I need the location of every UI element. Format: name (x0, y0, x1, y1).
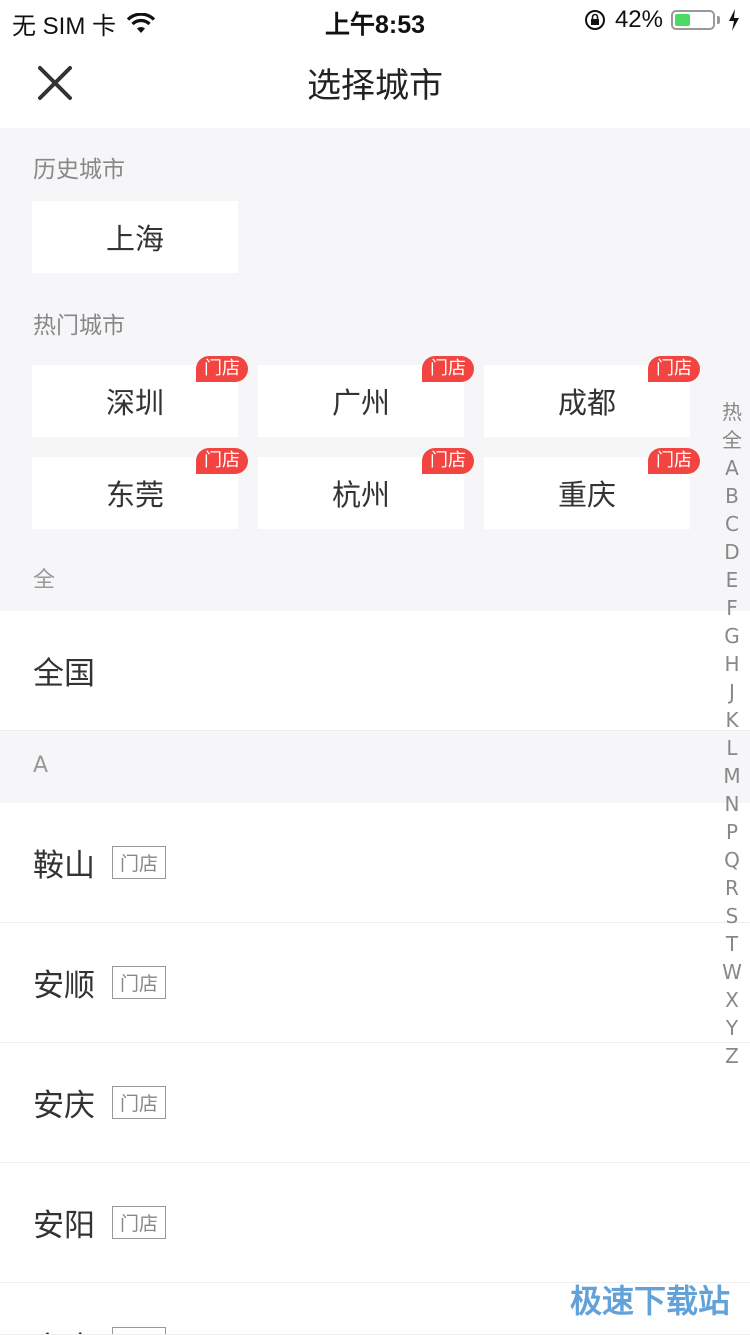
store-badge: 门店 (648, 356, 700, 382)
list-item-city[interactable]: 安顺 门店 (0, 923, 750, 1043)
battery-percent: 42% (614, 6, 663, 33)
battery-icon (671, 10, 715, 30)
index-letter[interactable]: B (725, 482, 739, 510)
list-item-city[interactable]: 安阳 门店 (0, 1163, 750, 1283)
hot-city-chip[interactable]: 深圳 门店 (32, 356, 248, 437)
store-tag: 门店 (112, 1086, 167, 1119)
status-bar: 无 SIM 卡 上午8:53 42% (0, 0, 750, 40)
list-item-city[interactable]: 安庆 门店 (0, 1043, 750, 1163)
hot-city-chip[interactable]: 广州 门店 (258, 356, 474, 437)
group-header: 全 (33, 568, 56, 593)
hot-city-chip[interactable]: 杭州 门店 (258, 448, 474, 529)
index-letter[interactable]: A (725, 454, 739, 482)
index-letter[interactable]: R (725, 874, 739, 902)
index-letter[interactable]: D (724, 538, 739, 566)
index-letter[interactable]: W (722, 958, 742, 986)
index-letter[interactable]: Z (725, 1042, 739, 1070)
list-item-city[interactable]: 全国 (0, 611, 750, 731)
index-letter[interactable]: S (726, 902, 739, 930)
hot-city-chip[interactable]: 东莞 门店 (32, 448, 248, 529)
store-badge: 门店 (196, 356, 248, 382)
charging-bolt-icon (729, 9, 739, 31)
index-letter[interactable]: 全 (722, 426, 742, 454)
index-letter[interactable]: Q (724, 846, 740, 874)
list-item-city[interactable]: 鞍山 门店 (0, 803, 750, 923)
index-letter[interactable]: T (726, 930, 738, 958)
orientation-lock-icon (584, 10, 605, 30)
index-letter[interactable]: Y (726, 1014, 738, 1042)
store-badge: 门店 (422, 356, 474, 382)
hot-city-chip[interactable]: 成都 门店 (484, 356, 700, 437)
index-letter[interactable]: H (724, 650, 739, 678)
page-title: 选择城市 (307, 66, 443, 106)
store-badge: 门店 (196, 448, 248, 474)
battery-level (675, 14, 691, 26)
index-letter[interactable]: G (724, 622, 740, 650)
index-letter[interactable]: X (725, 986, 739, 1014)
history-city-chip[interactable]: 上海 (32, 201, 238, 273)
index-letter[interactable]: K (725, 706, 738, 734)
store-badge: 门店 (422, 448, 474, 474)
index-letter[interactable]: P (726, 818, 738, 846)
hot-city-chip[interactable]: 重庆 门店 (484, 448, 700, 529)
store-tag: 门店 (112, 846, 167, 879)
nav-bar: 选择城市 (0, 40, 750, 128)
index-letter[interactable]: F (726, 594, 738, 622)
alphabet-index-bar[interactable]: 热全ABCDEFGHJKLMNPQRSTWXYZ (718, 398, 746, 1070)
store-tag: 门店 (112, 966, 167, 999)
store-badge: 门店 (648, 448, 700, 474)
watermark-text: 极速下载站 (569, 1282, 730, 1320)
index-letter[interactable]: L (726, 734, 737, 762)
index-letter[interactable]: J (729, 678, 735, 706)
index-letter[interactable]: 热 (722, 398, 742, 426)
index-letter[interactable]: C (725, 510, 739, 538)
history-section-label: 历史城市 (33, 157, 125, 183)
hot-section-label: 热门城市 (33, 313, 125, 339)
index-letter[interactable]: M (723, 762, 740, 790)
index-letter[interactable]: N (725, 790, 740, 818)
store-tag: 门店 (112, 1206, 167, 1239)
group-header: A (0, 731, 750, 803)
index-letter[interactable]: E (726, 566, 739, 594)
